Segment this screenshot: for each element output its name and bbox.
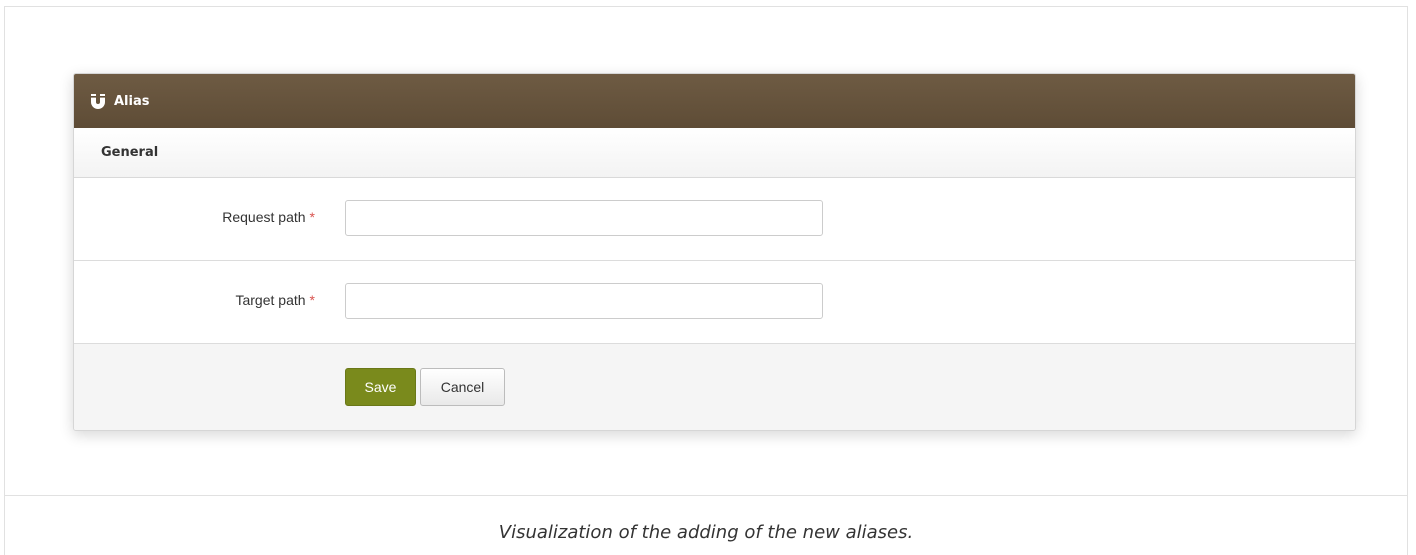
required-marker: * xyxy=(309,209,315,225)
request-path-label-text: Request path xyxy=(222,209,306,225)
caption-divider xyxy=(5,495,1407,496)
section-title: General xyxy=(101,145,159,160)
save-button[interactable]: Save xyxy=(345,368,416,406)
target-path-row: Target path * xyxy=(74,261,1355,344)
target-path-label-text: Target path xyxy=(235,292,306,308)
section-general: General xyxy=(74,128,1355,178)
panel-title: Alias xyxy=(114,93,150,109)
target-path-label: Target path * xyxy=(235,292,315,308)
alias-panel: Alias General Request path * Target path *… xyxy=(73,73,1356,431)
required-marker: * xyxy=(309,292,315,308)
request-path-row: Request path * xyxy=(74,178,1355,261)
target-path-input[interactable] xyxy=(345,283,823,319)
request-path-label: Request path * xyxy=(222,209,315,225)
figure-caption: Visualization of the adding of the new a… xyxy=(498,522,914,543)
cancel-button[interactable]: Cancel xyxy=(420,368,505,406)
figure-frame: Alias General Request path * Target path *… xyxy=(4,6,1408,555)
form-actions: Save Cancel xyxy=(74,344,1355,430)
magnet-icon xyxy=(88,91,108,111)
panel-header: Alias xyxy=(74,74,1355,128)
request-path-input[interactable] xyxy=(345,200,823,236)
